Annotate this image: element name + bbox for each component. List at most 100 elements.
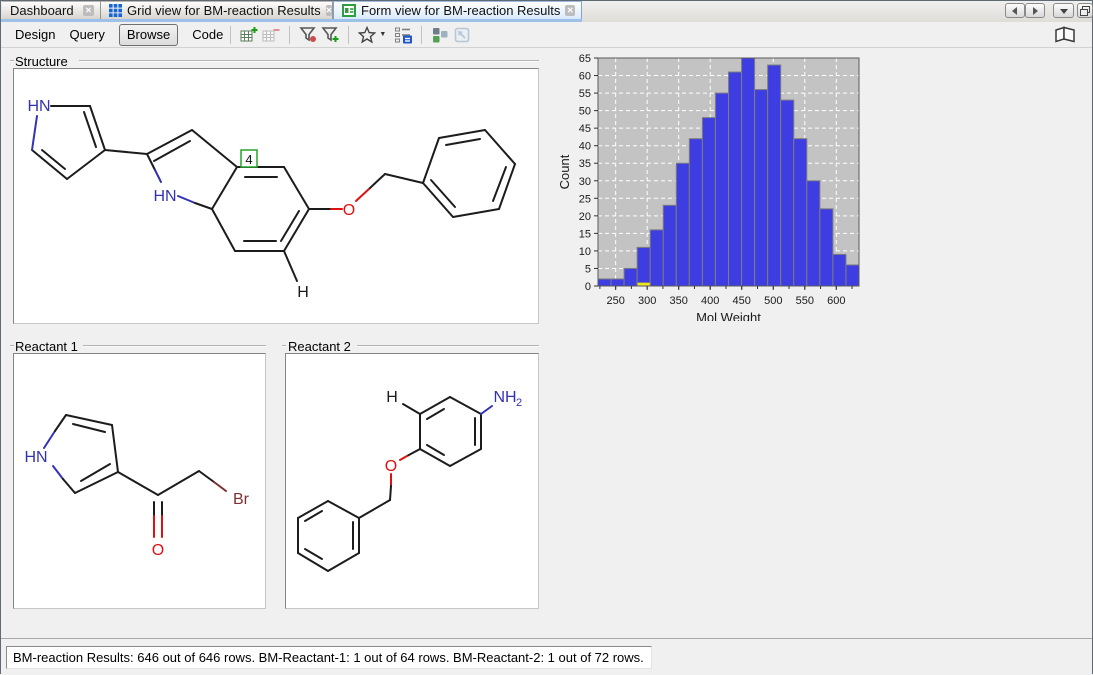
- histogram-bar[interactable]: [794, 139, 807, 286]
- workbook-icon[interactable]: [1054, 26, 1076, 48]
- histogram-bar[interactable]: [715, 93, 728, 286]
- layout-tiles-icon[interactable]: [429, 25, 451, 45]
- histogram-bar[interactable]: [768, 65, 781, 286]
- mol-weight-histogram[interactable]: 0510152025303540455055606525030035040045…: [557, 51, 879, 321]
- y-tick-label: 30: [579, 176, 591, 188]
- close-icon[interactable]: ✕: [326, 5, 333, 16]
- menu-code[interactable]: Code: [192, 27, 223, 42]
- groupbox-etch: [282, 345, 286, 347]
- x-tick-label: 350: [670, 295, 688, 307]
- atom-label-nh: HN: [24, 449, 47, 466]
- favorites-star-icon[interactable]: [356, 25, 378, 45]
- tab-form-view-label: Form view for BM-reaction Results: [361, 3, 560, 18]
- add-table-icon[interactable]: [238, 25, 260, 45]
- y-tick-label: 35: [579, 158, 591, 170]
- groupbox-etch: [357, 345, 539, 347]
- close-icon[interactable]: ✕: [565, 5, 575, 16]
- x-tick-label: 500: [764, 295, 782, 307]
- y-tick-label: 20: [579, 211, 591, 223]
- status-message: BM-reaction Results: 646 out of 646 rows…: [6, 646, 652, 669]
- reactant1-molecule: HN O Br: [14, 354, 265, 608]
- x-tick-label: 300: [638, 295, 656, 307]
- atom-label-h: H: [386, 389, 398, 406]
- favorites-dropdown-caret[interactable]: ▼: [379, 31, 386, 38]
- histogram-bar[interactable]: [846, 265, 859, 286]
- chevron-down-icon: [1060, 8, 1068, 14]
- nav-forward-button[interactable]: [1025, 3, 1045, 18]
- x-tick-label: 550: [796, 295, 814, 307]
- y-tick-label: 40: [579, 141, 591, 153]
- histogram-bar[interactable]: [833, 254, 846, 286]
- grid-view-icon: [109, 4, 122, 18]
- histogram-bar[interactable]: [820, 209, 833, 286]
- groupbox-etch: [10, 345, 14, 347]
- atom-label-h: H: [297, 284, 309, 301]
- toolbar-separator: [421, 26, 422, 44]
- y-tick-label: 60: [579, 71, 591, 83]
- histogram-bar[interactable]: [650, 230, 663, 286]
- tab-grid-view-label: Grid view for BM-reaction Results: [127, 3, 321, 18]
- histogram-bar[interactable]: [637, 247, 650, 286]
- menu-design[interactable]: Design: [15, 27, 55, 42]
- close-icon[interactable]: ✕: [83, 5, 94, 16]
- structure-molecule: 4 HN HN O H: [14, 69, 538, 323]
- atom-label-nh2-subscript: 2: [516, 397, 522, 409]
- y-tick-label: 0: [585, 281, 591, 293]
- tab-dashboard[interactable]: Dashboard ✕: [2, 1, 101, 19]
- main-toolbar: Design Query Browse Code: [1, 22, 1092, 48]
- pop-out-icon[interactable]: [451, 25, 473, 45]
- atom-label-nh: HN: [27, 98, 50, 115]
- histogram-highlight[interactable]: [637, 282, 650, 286]
- toolbar-separator: [289, 26, 290, 44]
- toolbar-separator: [348, 26, 349, 44]
- histogram-bar[interactable]: [729, 72, 742, 286]
- x-axis-label: Mol Weight: [696, 310, 761, 321]
- add-filter-icon[interactable]: [319, 25, 341, 45]
- filter-highlight-icon[interactable]: [297, 25, 319, 45]
- histogram-bar[interactable]: [742, 58, 755, 286]
- reactant2-panel[interactable]: H NH 2 O: [285, 353, 539, 609]
- x-tick-label: 600: [827, 295, 845, 307]
- tab-bar: Dashboard ✕ Grid view for BM-reaction Re…: [1, 1, 1092, 22]
- atom-label-nh2: NH: [493, 389, 516, 406]
- histogram-bar[interactable]: [781, 100, 794, 286]
- histogram-bar[interactable]: [702, 118, 715, 286]
- arrow-right-icon: [1031, 7, 1039, 15]
- atom-label-nh: HN: [153, 188, 176, 205]
- histogram-bar[interactable]: [611, 279, 624, 286]
- histogram-bar[interactable]: [624, 268, 637, 286]
- reactant2-panel-title: Reactant 2: [288, 339, 351, 354]
- tab-dashboard-label: Dashboard: [10, 3, 74, 18]
- atom-label-o: O: [152, 542, 164, 559]
- atom-label-br: Br: [233, 491, 250, 508]
- restore-icon: [1080, 6, 1090, 16]
- histogram-bar[interactable]: [676, 163, 689, 286]
- tab-form-view[interactable]: Form view for BM-reaction Results ✕: [333, 1, 582, 19]
- menu-query[interactable]: Query: [69, 27, 104, 42]
- histogram-bar[interactable]: [689, 139, 702, 286]
- histogram-svg: 0510152025303540455055606525030035040045…: [557, 51, 879, 321]
- y-tick-label: 45: [579, 123, 591, 135]
- reactant2-molecule: H NH 2 O: [286, 354, 538, 608]
- tab-list-button[interactable]: [1053, 3, 1074, 18]
- atom-label-o: O: [343, 202, 355, 219]
- y-tick-label: 15: [579, 228, 591, 240]
- histogram-bar[interactable]: [807, 181, 820, 286]
- histogram-bar[interactable]: [663, 205, 676, 286]
- reactant1-panel[interactable]: HN O Br: [13, 353, 266, 609]
- app-window: Dashboard ✕ Grid view for BM-reaction Re…: [0, 0, 1093, 674]
- structure-panel[interactable]: 4 HN HN O H: [13, 68, 539, 324]
- arrow-left-icon: [1011, 7, 1019, 15]
- form-settings-icon[interactable]: [392, 25, 414, 45]
- nav-back-button[interactable]: [1005, 3, 1025, 18]
- y-tick-label: 25: [579, 193, 591, 205]
- tab-grid-view[interactable]: Grid view for BM-reaction Results ✕: [101, 1, 333, 19]
- status-bar: BM-reaction Results: 646 out of 646 rows…: [1, 639, 1092, 675]
- toolbar-separator: [230, 26, 231, 44]
- x-tick-label: 400: [701, 295, 719, 307]
- histogram-bar[interactable]: [598, 279, 611, 286]
- restore-window-button[interactable]: [1077, 3, 1093, 18]
- histogram-bar[interactable]: [755, 90, 768, 286]
- remove-table-icon[interactable]: [260, 25, 282, 45]
- menu-browse-active[interactable]: Browse: [119, 24, 178, 46]
